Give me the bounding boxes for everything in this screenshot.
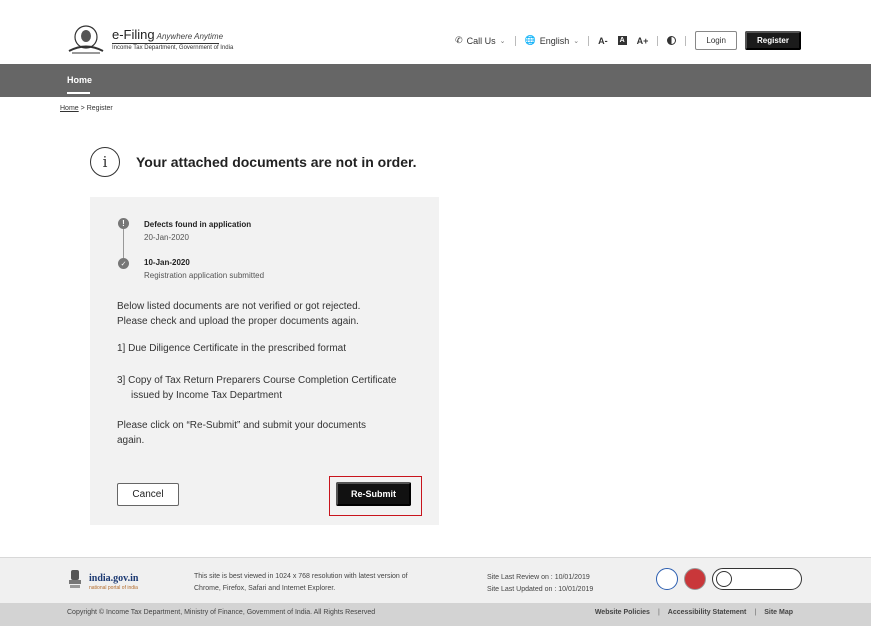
cancel-button[interactable]: Cancel [117,483,179,506]
font-increase-button[interactable]: A+ [637,36,649,46]
divider: | [657,609,660,616]
copyright-text: Copyright © Income Tax Department, Minis… [67,609,376,616]
menu-item-home[interactable]: Home [67,75,92,85]
accessibility-statement-link[interactable]: Accessibility Statement [668,609,747,616]
brand-tagline: Anywhere Anytime [156,32,224,41]
breadcrumb: Home > Register [60,105,113,112]
contrast-toggle-icon[interactable] [667,36,677,45]
main-menu-bar: Home [0,64,871,97]
breadcrumb-separator: > [80,105,85,112]
browser-note: This site is best viewed in 1024 x 768 r… [194,573,408,592]
site-map-link[interactable]: Site Map [764,609,793,616]
phone-icon: ✆ [455,35,463,45]
certification-badge-icon[interactable] [684,568,706,590]
exclamation-icon: ! [118,218,129,229]
chevron-down-icon: ⌄ [573,37,580,45]
website-policies-link[interactable]: Website Policies [595,609,650,616]
india-gov-link[interactable]: india.gov.in [89,573,138,584]
chevron-down-icon: ⌄ [499,37,506,45]
check-icon: ✓ [118,258,129,269]
document-item: 3] Copy of Tax Return Preparers Course C… [117,375,397,401]
copyright-bar: Copyright © Income Tax Department, Minis… [0,603,871,626]
certification-badges [656,568,802,590]
footer-links: Website Policies | Accessibility Stateme… [595,609,793,616]
font-normal-button[interactable]: A [617,36,627,45]
call-us-label: Call Us [466,35,496,46]
breadcrumb-current: Register [86,105,113,112]
register-button[interactable]: Register [744,31,801,50]
active-menu-underline [67,92,90,94]
globe-icon: 🌐 [524,35,536,45]
top-nav: ✆ Call Us ⌄ 🌐 English ⌄ A- A A+ Login Re… [455,31,801,50]
timeline-step-description: Registration application submitted [144,271,265,280]
brand-title: e-Filing Anywhere Anytime [112,27,224,42]
brand[interactable]: e-Filing Anywhere Anytime Income Tax Depa… [112,27,234,51]
divider [685,35,687,46]
income-tax-logo-icon[interactable] [66,24,106,54]
defects-panel: ! Defects found in application 20-Jan-20… [90,197,439,525]
language-label: English [539,35,570,46]
divider [588,35,590,46]
timeline-step-date: 20-Jan-2020 [144,233,189,242]
divider [657,35,659,46]
resubmit-button[interactable]: Re-Submit [336,482,411,506]
india-gov-subtitle: national portal of india [89,585,138,591]
login-button[interactable]: Login [695,31,737,50]
divider: | [754,609,757,616]
info-icon: i [90,147,120,177]
national-emblem-icon [69,570,81,588]
page-title: Your attached documents are not in order… [136,154,417,170]
brand-subtitle: Income Tax Department, Government of Ind… [112,43,234,51]
timeline-step-title: Defects found in application [144,220,252,229]
divider [514,35,516,46]
site-footer: india.gov.in national portal of india Th… [0,557,871,603]
document-item: 1] Due Diligence Certificate in the pres… [117,343,346,354]
certification-badge-icon[interactable] [656,568,678,590]
font-decrease-button[interactable]: A- [598,36,608,46]
timeline-step-title: 10-Jan-2020 [144,258,190,267]
intro-text: Below listed documents are not verified … [117,301,361,327]
certification-badge-icon[interactable] [712,568,802,590]
instruction-text: Please click on “Re-Submit” and submit y… [117,420,366,446]
breadcrumb-home-link[interactable]: Home [60,105,79,112]
language-dropdown[interactable]: 🌐 English ⌄ [525,35,580,46]
call-us-dropdown[interactable]: ✆ Call Us ⌄ [455,35,505,46]
site-review-info: Site Last Review on : 10/01/2019 Site La… [487,574,594,593]
site-header: e-Filing Anywhere Anytime Income Tax Depa… [0,0,871,64]
